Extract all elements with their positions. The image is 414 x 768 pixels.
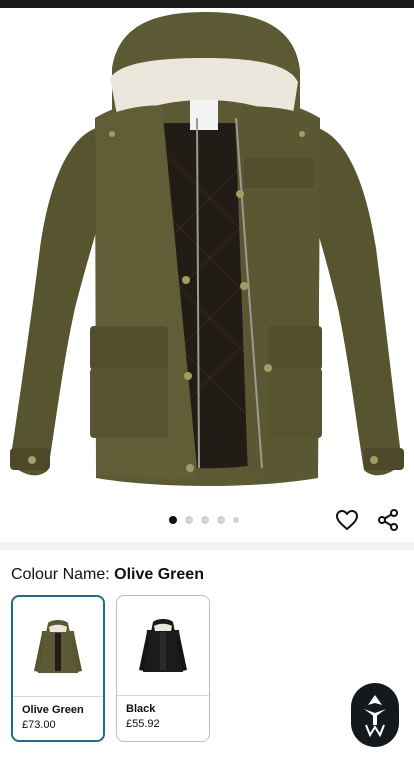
carousel-dot-5[interactable]	[233, 517, 239, 523]
product-image[interactable]	[0, 8, 414, 490]
black-jacket-thumbnail	[139, 618, 187, 672]
brand-logo-icon	[364, 695, 386, 737]
parka-illustration	[10, 12, 404, 486]
carousel-dot-4[interactable]	[217, 516, 225, 524]
variation-heading: Colour Name: Olive Green	[11, 566, 204, 584]
colour-option-olive-green[interactable]: Olive Green £73.00	[11, 595, 105, 742]
share-button[interactable]	[374, 506, 402, 534]
status-bar-edge	[0, 0, 414, 8]
variation-selected-value: Olive Green	[114, 566, 204, 583]
colour-option-name: Black	[126, 703, 156, 715]
image-carousel-dots[interactable]	[169, 516, 239, 524]
wishlist-button[interactable]	[333, 506, 361, 534]
colour-option-thumbnail	[117, 596, 209, 696]
carousel-dot-2[interactable]	[185, 516, 193, 524]
olive-jacket-thumbnail	[34, 619, 82, 673]
carousel-dot-1[interactable]	[169, 516, 177, 524]
colour-option-price: £73.00	[22, 719, 56, 731]
share-icon	[378, 509, 398, 531]
heart-icon	[336, 510, 358, 530]
variation-label: Colour Name:	[11, 566, 110, 583]
section-divider	[0, 542, 414, 550]
colour-option-thumbnail	[13, 597, 103, 697]
colour-option-price: £55.92	[126, 718, 160, 730]
image-actions	[0, 498, 414, 542]
floating-brand-button[interactable]	[351, 683, 399, 747]
colour-option-name: Olive Green	[22, 704, 84, 716]
carousel-dot-3[interactable]	[201, 516, 209, 524]
colour-option-black[interactable]: Black £55.92	[116, 595, 210, 742]
